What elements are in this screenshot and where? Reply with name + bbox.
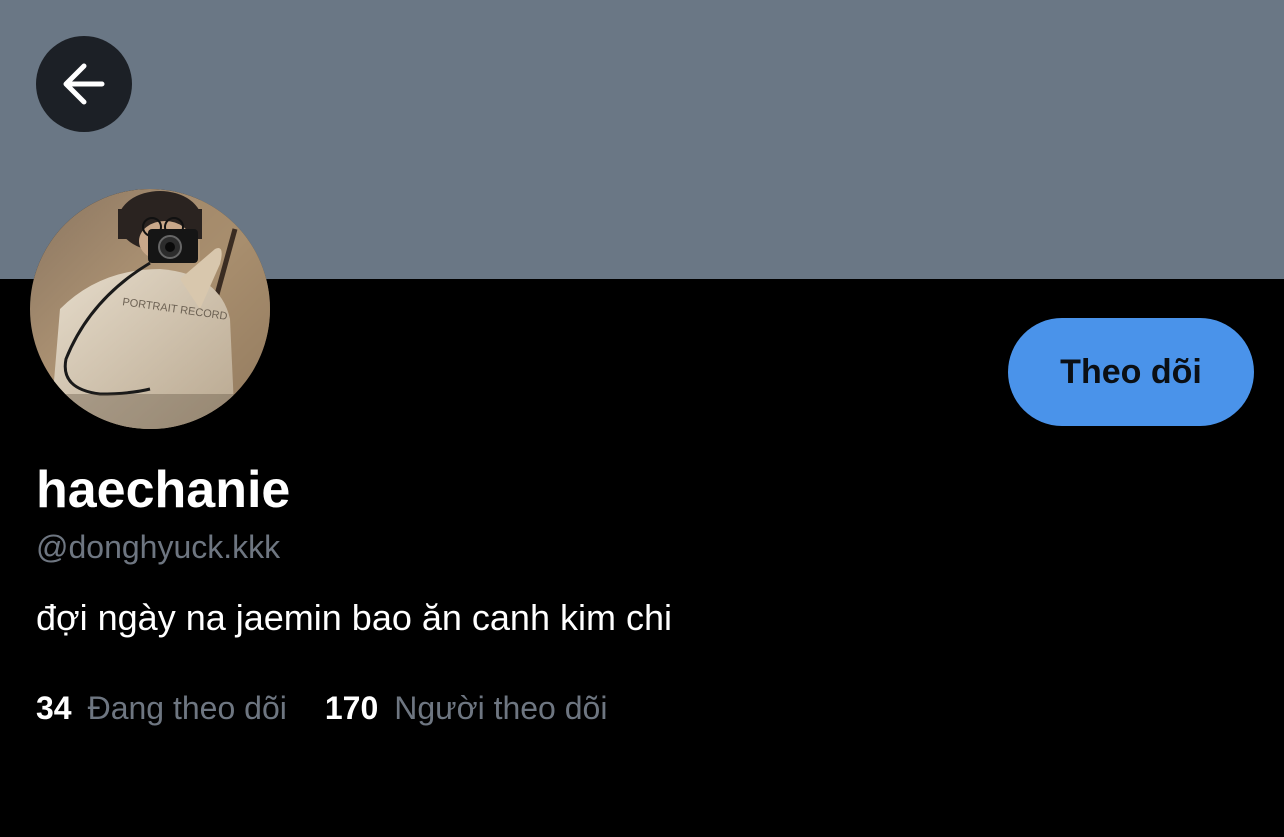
followers-count: 170 <box>324 690 379 726</box>
follow-button[interactable]: Theo dõi <box>1008 318 1254 426</box>
profile-stats: 34 Đang theo dõi 170 Người theo dõi <box>36 688 607 728</box>
followers-label: Người theo dõi <box>394 690 608 726</box>
username-handle: @donghyuck.kkk <box>36 529 281 565</box>
avatar[interactable]: PORTRAIT RECORD <box>30 189 270 429</box>
following-stat[interactable]: 34 Đang theo dõi <box>36 688 287 728</box>
arrow-left-icon <box>63 63 105 105</box>
back-button[interactable] <box>36 36 132 132</box>
followers-stat[interactable]: 170 Người theo dõi <box>325 688 608 728</box>
display-name: haechanie <box>36 461 291 519</box>
following-count: 34 <box>36 690 72 726</box>
avatar-photo: PORTRAIT RECORD <box>30 189 270 429</box>
following-label: Đang theo dõi <box>87 690 287 726</box>
profile-bio: đợi ngày na jaemin bao ăn canh kim chi <box>36 597 672 638</box>
profile-page: PORTRAIT RECORD Theo dõi haechanie @dong… <box>0 0 1284 837</box>
